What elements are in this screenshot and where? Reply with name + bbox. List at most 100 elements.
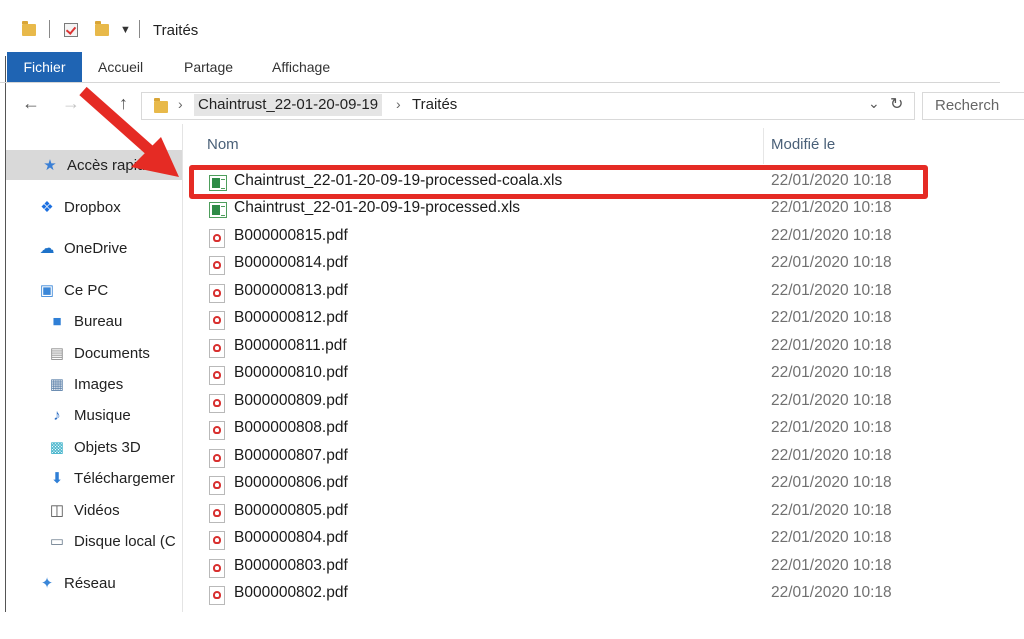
column-header-name[interactable]: Nom xyxy=(207,136,239,156)
file-date: 22/01/2020 10:18 xyxy=(771,584,892,601)
file-name: B000000805.pdf xyxy=(234,502,348,519)
file-name: B000000811.pdf xyxy=(234,337,347,354)
pdf-file-icon xyxy=(209,476,225,495)
desktop-icon: ■ xyxy=(52,312,62,330)
file-name: B000000803.pdf xyxy=(234,557,348,574)
file-row[interactable]: B000000804.pdf 22/01/2020 10:18 xyxy=(195,527,985,554)
file-name: B000000815.pdf xyxy=(234,227,348,244)
tab-fichier[interactable]: Fichier xyxy=(7,52,82,82)
sidebar-item-label: OneDrive xyxy=(64,239,128,257)
file-name: B000000802.pdf xyxy=(234,584,348,601)
file-name: Chaintrust_22-01-20-09-19-processed.xls xyxy=(234,199,521,216)
file-date: 22/01/2020 10:18 xyxy=(771,227,892,244)
sidebar-item-label: Musique xyxy=(74,406,131,424)
column-header-modified[interactable]: Modifié le xyxy=(771,136,835,156)
pdf-file-icon xyxy=(209,256,225,275)
sidebar-item-musique[interactable]: ♪ Musique xyxy=(48,400,131,430)
sidebar-item-disque-local[interactable]: ▭ Disque local (C xyxy=(48,526,180,556)
network-icon: ✦ xyxy=(40,575,54,592)
sidebar-item-label: Disque local (C xyxy=(74,532,176,550)
customize-toolbar-icon[interactable]: ▼ xyxy=(120,19,131,41)
file-date: 22/01/2020 10:18 xyxy=(771,392,892,409)
file-row[interactable]: B000000811.pdf 22/01/2020 10:18 xyxy=(195,335,985,362)
properties-icon[interactable] xyxy=(64,19,78,41)
sidebar-item-label: Vidéos xyxy=(74,501,120,519)
sidebar-item-images[interactable]: ▦ Images xyxy=(48,369,123,399)
star-icon: ★ xyxy=(43,157,57,174)
document-icon: ▤ xyxy=(49,345,65,362)
file-row[interactable]: Chaintrust_22-01-20-09-19-processed.xls … xyxy=(195,197,985,224)
pdf-file-icon xyxy=(209,531,225,550)
title-bar: ▼ Traités xyxy=(0,0,1024,56)
sidebar-item-label: Objets 3D xyxy=(74,438,141,456)
file-name: B000000806.pdf xyxy=(234,474,348,491)
refresh-icon[interactable]: ↻ xyxy=(890,94,903,114)
file-date: 22/01/2020 10:18 xyxy=(771,337,892,354)
pdf-file-icon xyxy=(209,284,225,303)
pdf-file-icon xyxy=(209,229,225,248)
file-date: 22/01/2020 10:18 xyxy=(771,447,892,464)
file-row[interactable]: B000000808.pdf 22/01/2020 10:18 xyxy=(195,417,985,444)
file-date: 22/01/2020 10:18 xyxy=(771,474,892,491)
file-name: B000000807.pdf xyxy=(234,447,348,464)
red-arrow-icon xyxy=(79,86,179,177)
file-row[interactable]: B000000814.pdf 22/01/2020 10:18 xyxy=(195,252,985,279)
chevron-down-icon[interactable]: ⌄ xyxy=(868,95,880,112)
sidebar-item-documents[interactable]: ▤ Documents xyxy=(48,338,150,368)
sidebar-item-videos[interactable]: ◫ Vidéos xyxy=(48,495,120,525)
sidebar-item-reseau[interactable]: ✦ Réseau xyxy=(38,568,116,598)
pdf-file-icon xyxy=(209,339,225,358)
back-arrow-icon[interactable]: ← xyxy=(22,92,40,114)
file-row[interactable]: B000000805.pdf 22/01/2020 10:18 xyxy=(195,500,985,527)
sidebar-item-label: Téléchargemer xyxy=(74,469,175,487)
file-row[interactable]: B000000806.pdf 22/01/2020 10:18 xyxy=(195,472,985,499)
cloud-icon: ☁ xyxy=(39,240,55,257)
file-row[interactable]: B000000802.pdf 22/01/2020 10:18 xyxy=(195,582,985,609)
pdf-file-icon xyxy=(209,504,225,523)
column-divider[interactable] xyxy=(763,128,764,164)
sidebar-item-label: Images xyxy=(74,375,124,393)
file-row[interactable]: B000000812.pdf 22/01/2020 10:18 xyxy=(195,307,985,334)
sidebar-item-ce-pc[interactable]: ▣ Ce PC xyxy=(38,275,108,305)
sidebar-item-telechargements[interactable]: ⬇ Téléchargemer xyxy=(48,463,180,493)
file-date: 22/01/2020 10:18 xyxy=(771,364,892,381)
file-row[interactable]: B000000807.pdf 22/01/2020 10:18 xyxy=(195,445,985,472)
file-row[interactable]: B000000813.pdf 22/01/2020 10:18 xyxy=(195,280,985,307)
sidebar-item-label: Dropbox xyxy=(64,198,121,216)
divider xyxy=(49,20,50,38)
sidebar-item-dropbox[interactable]: ❖ Dropbox xyxy=(38,192,121,222)
folder-icon xyxy=(22,19,36,41)
chevron-right-icon[interactable]: › xyxy=(396,96,401,112)
breadcrumb-traites[interactable]: Traités xyxy=(408,94,461,116)
breadcrumb-chaintrust[interactable]: Chaintrust_22-01-20-09-19 xyxy=(194,94,383,116)
file-date: 22/01/2020 10:18 xyxy=(771,282,892,299)
pdf-file-icon xyxy=(209,449,225,468)
file-date: 22/01/2020 10:18 xyxy=(771,254,892,271)
sidebar-item-bureau[interactable]: ■ Bureau xyxy=(48,306,122,336)
file-row[interactable]: B000000803.pdf 22/01/2020 10:18 xyxy=(195,555,985,582)
ribbon-tabs: Fichier Accueil Partage Affichage xyxy=(0,52,1000,83)
tab-affichage[interactable]: Affichage xyxy=(272,52,330,82)
file-name: B000000808.pdf xyxy=(234,419,348,436)
search-input[interactable]: Recherch xyxy=(922,92,1024,120)
file-date: 22/01/2020 10:18 xyxy=(771,502,892,519)
file-date: 22/01/2020 10:18 xyxy=(771,529,892,546)
tab-partage[interactable]: Partage xyxy=(184,52,233,82)
tab-accueil[interactable]: Accueil xyxy=(98,52,143,82)
search-placeholder: Recherch xyxy=(935,97,1000,114)
file-date: 22/01/2020 10:18 xyxy=(771,557,892,574)
divider xyxy=(139,20,140,38)
file-row[interactable]: B000000809.pdf 22/01/2020 10:18 xyxy=(195,390,985,417)
sidebar-item-objets-3d[interactable]: ▩ Objets 3D xyxy=(48,432,141,462)
file-name: B000000804.pdf xyxy=(234,529,348,546)
sidebar-item-onedrive[interactable]: ☁ OneDrive xyxy=(38,233,128,263)
file-row[interactable]: B000000810.pdf 22/01/2020 10:18 xyxy=(195,362,985,389)
new-folder-icon[interactable] xyxy=(95,19,109,41)
address-bar[interactable]: › Chaintrust_22-01-20-09-19 › Traités ⌄ … xyxy=(141,92,915,120)
pdf-file-icon xyxy=(209,311,225,330)
download-icon: ⬇ xyxy=(50,470,64,487)
sidebar-item-label: Documents xyxy=(74,344,150,362)
drive-icon: ▭ xyxy=(49,533,65,550)
file-row[interactable]: B000000815.pdf 22/01/2020 10:18 xyxy=(195,225,985,252)
file-name: B000000809.pdf xyxy=(234,392,348,409)
